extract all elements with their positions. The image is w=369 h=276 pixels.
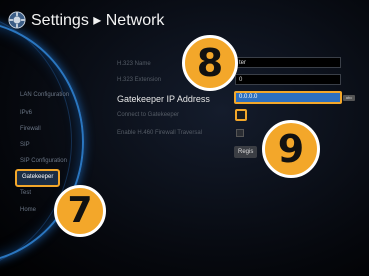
sidebar-item-lan-configuration[interactable]: LAN Configuration (20, 90, 69, 100)
h460-checkbox[interactable] (236, 129, 244, 137)
gatekeeper-ip-field[interactable]: 0.0.0.0 (234, 91, 342, 104)
sidebar-item-firewall[interactable]: Firewall (20, 124, 41, 134)
sidebar-item-sip[interactable]: SIP (20, 140, 30, 150)
h460-label: Enable H.460 Firewall Traversal (117, 130, 203, 136)
h323-extension-field[interactable]: 0 (235, 74, 341, 85)
callout-badge-7: 7 (54, 185, 106, 237)
sidebar-item-ipv6[interactable]: IPv6 (20, 108, 32, 118)
callout-badge-8: 8 (182, 35, 238, 91)
h323-name-field[interactable]: ter (235, 57, 341, 68)
connect-gatekeeper-checkbox[interactable] (235, 109, 247, 121)
sidebar-item-sip-configuration[interactable]: SIP Configuration (20, 156, 67, 166)
h323-name-label: H.323 Name (117, 61, 151, 67)
h323-extension-label: H.323 Extension (117, 77, 162, 83)
callout-badge-9: 9 (262, 120, 320, 178)
sidebar-item-gatekeeper[interactable]: Gatekeeper (15, 169, 61, 187)
gear-icon (8, 11, 26, 29)
title-bar: Settings ▸ Network (0, 0, 369, 34)
sidebar-item-home[interactable]: Home (20, 205, 36, 215)
settings-screen: Settings ▸ Network LAN Configuration IPv… (0, 0, 369, 276)
sidebar-item-test[interactable]: Test (20, 188, 31, 198)
page-title: Settings ▸ Network (31, 12, 165, 29)
gatekeeper-ip-label: Gatekeeper IP Address (117, 94, 210, 104)
input-mode-tag[interactable]: abc (343, 95, 355, 101)
register-button[interactable]: Regis (234, 146, 258, 158)
connect-gatekeeper-label: Connect to Gatekeeper (117, 112, 180, 118)
